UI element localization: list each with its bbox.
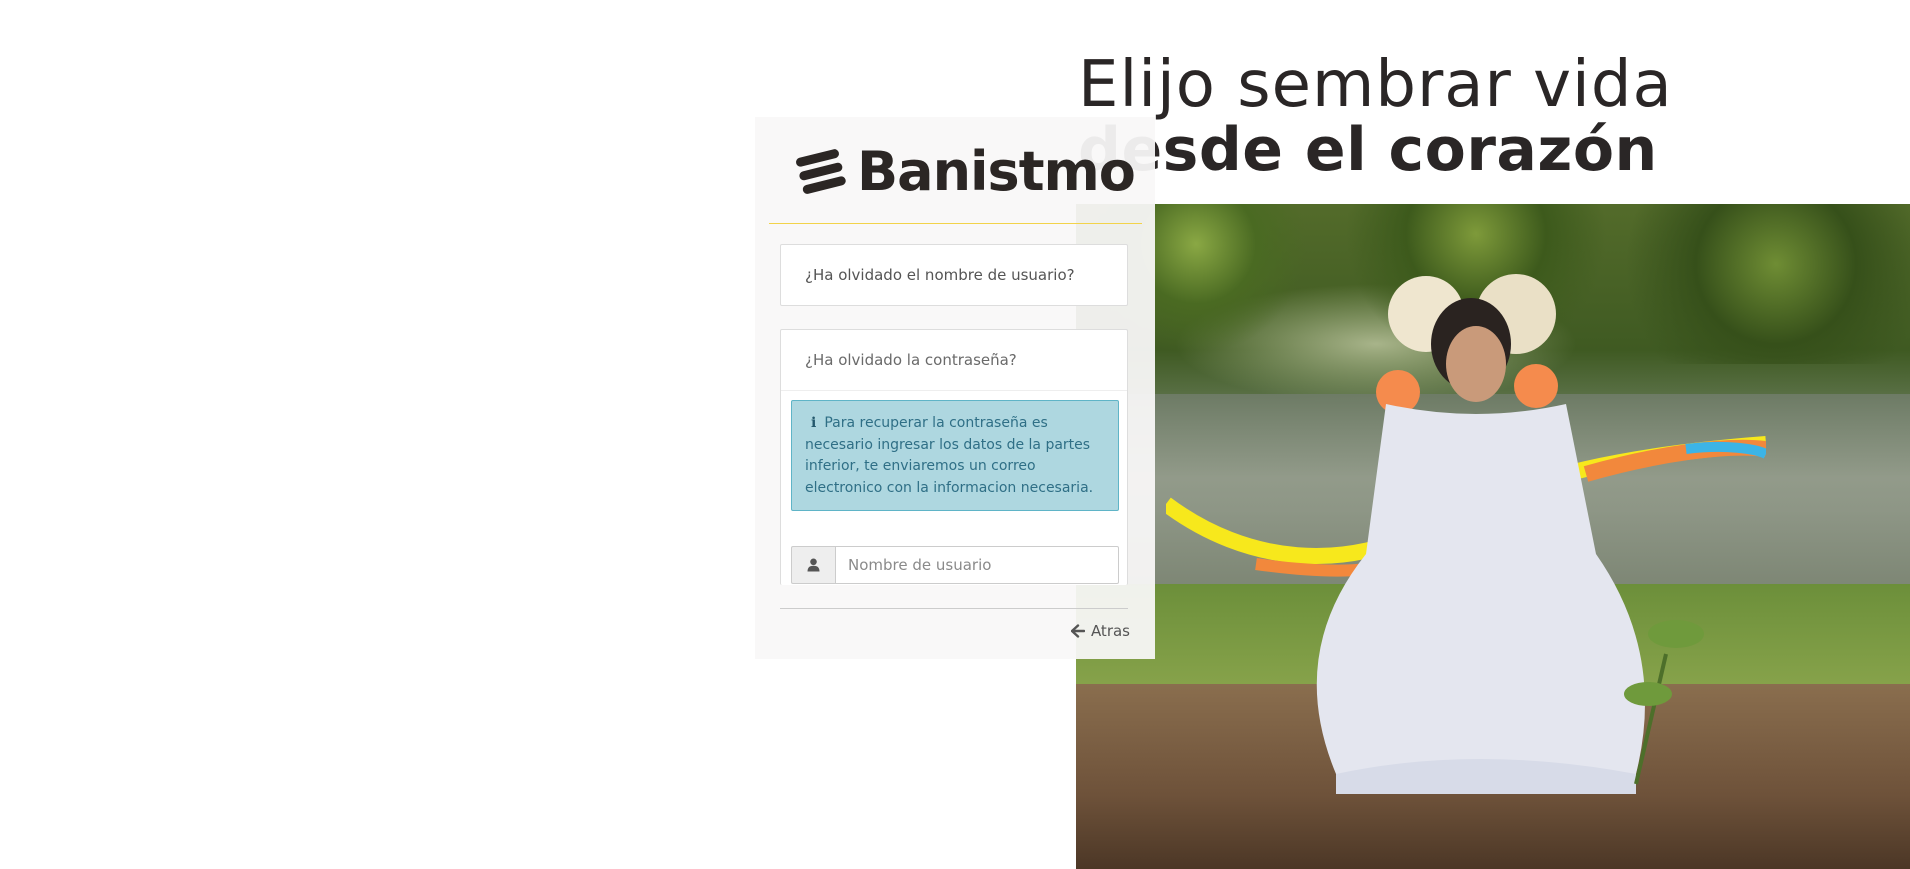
info-message: Para recuperar la contraseña es necesari…: [805, 415, 1094, 496]
brand-name: Banistmo: [857, 140, 1136, 203]
hero-line-2: desde el corazón: [1078, 115, 1658, 185]
back-button[interactable]: Atras: [1070, 619, 1130, 643]
hero-illustration: [1166, 274, 1766, 794]
card-divider: [780, 608, 1128, 609]
brand-logo: Banistmo: [795, 139, 1136, 205]
forgot-password-link[interactable]: ¿Ha olvidado la contraseña?: [781, 330, 1127, 391]
username-input-group: [791, 546, 1119, 584]
hero-line-1: Elijo sembrar vida: [1078, 48, 1673, 122]
forgot-username-link[interactable]: ¿Ha olvidado el nombre de usuario?: [781, 245, 1127, 305]
info-icon: i: [811, 415, 817, 431]
hero-photo: [1076, 204, 1910, 869]
password-recovery-card: Banistmo ¿Ha olvidado el nombre de usuar…: [755, 117, 1155, 659]
info-alert: i Para recuperar la contraseña es necesar…: [791, 400, 1119, 511]
arrow-left-icon: [1070, 624, 1085, 638]
hero-headline: Elijo sembrar vida desde el corazón: [1078, 48, 1673, 182]
username-input[interactable]: [835, 546, 1119, 584]
forgot-password-panel: ¿Ha olvidado la contraseña? i Para recupe…: [780, 329, 1128, 585]
user-icon: [791, 546, 835, 584]
logo-divider: [769, 223, 1142, 224]
forgot-username-panel: ¿Ha olvidado el nombre de usuario?: [780, 244, 1128, 306]
back-label: Atras: [1090, 622, 1130, 640]
banistmo-logo-icon: [796, 149, 846, 194]
